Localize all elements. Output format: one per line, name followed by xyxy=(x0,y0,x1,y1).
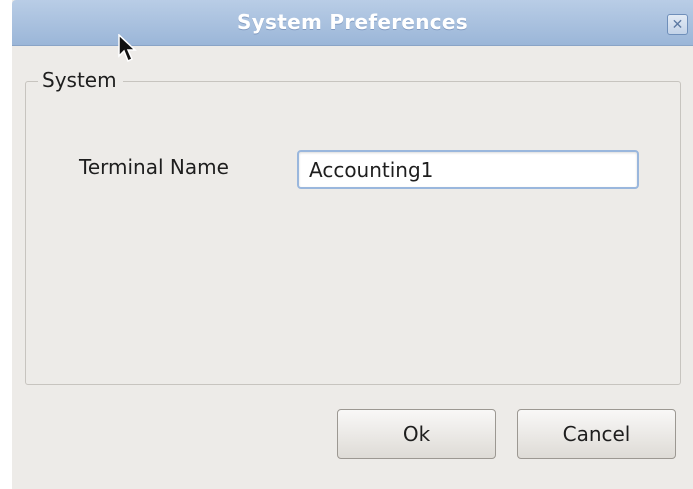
window: System Preferences ✕ System Terminal Nam… xyxy=(0,0,693,489)
group-label: System xyxy=(38,68,123,92)
terminal-name-label: Terminal Name xyxy=(79,155,229,179)
close-button[interactable]: ✕ xyxy=(667,14,688,35)
ok-button[interactable]: Ok xyxy=(337,409,496,459)
cancel-button[interactable]: Cancel xyxy=(517,409,676,459)
mouse-pointer-icon xyxy=(118,34,137,63)
system-group-box xyxy=(25,81,681,385)
close-icon: ✕ xyxy=(671,16,684,33)
terminal-name-input[interactable] xyxy=(297,150,639,189)
window-title: System Preferences xyxy=(236,10,468,34)
title-bar[interactable]: System Preferences ✕ xyxy=(12,0,693,46)
